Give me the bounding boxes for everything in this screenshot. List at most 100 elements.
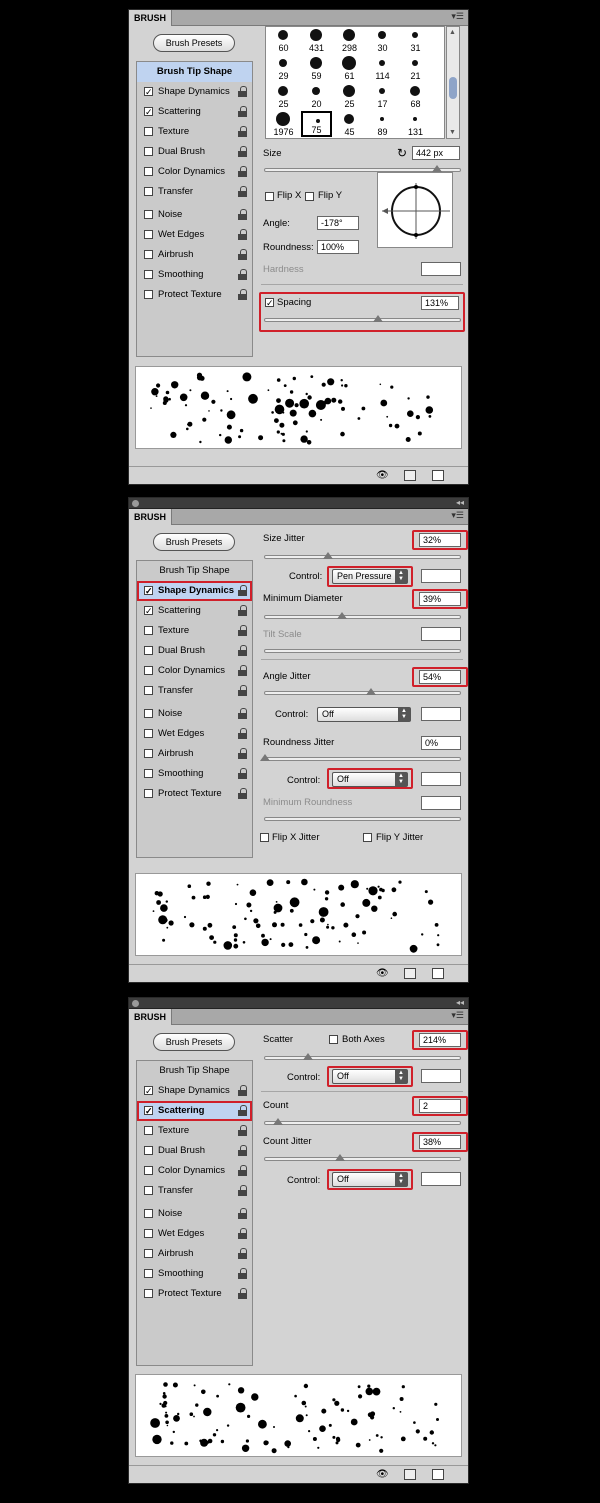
lock-icon[interactable] — [238, 1185, 248, 1196]
brush-tip-cell[interactable]: 61 — [334, 55, 365, 81]
list-item-airbrush[interactable]: Airbrush — [137, 744, 252, 764]
list-item-dual-brush[interactable]: Dual Brush — [137, 1141, 252, 1161]
lock-icon[interactable] — [238, 1165, 248, 1176]
collapse-icon[interactable]: ◂◂ — [456, 998, 464, 1007]
list-item-texture[interactable]: Texture — [137, 621, 252, 641]
list-item-smoothing[interactable]: Smoothing — [137, 764, 252, 784]
control-field[interactable] — [421, 569, 461, 583]
checkbox[interactable] — [144, 210, 153, 219]
reset-size-icon[interactable]: ↻ — [397, 146, 407, 160]
spacing-slider[interactable] — [264, 315, 461, 322]
lock-icon[interactable] — [238, 605, 248, 616]
flip-x-jitter-checkbox[interactable] — [260, 833, 269, 842]
control-field[interactable] — [421, 772, 461, 786]
list-item-wet-edges[interactable]: Wet Edges — [137, 225, 252, 245]
lock-icon[interactable] — [238, 645, 248, 656]
checkbox[interactable] — [144, 1209, 153, 1218]
checkbox[interactable] — [144, 290, 153, 299]
toggle-live-tip-icon[interactable]: 👁 — [376, 470, 389, 481]
checkbox[interactable] — [144, 147, 153, 156]
slider-thumb[interactable] — [337, 612, 347, 619]
lock-icon[interactable] — [238, 186, 248, 197]
checkbox[interactable]: ✓ — [144, 1086, 153, 1096]
spacing-checkbox[interactable]: ✓ — [265, 298, 274, 308]
angle-jitter-slider[interactable] — [264, 688, 461, 695]
checkbox[interactable]: ✓ — [144, 107, 153, 117]
list-item-dual-brush[interactable]: Dual Brush — [137, 641, 252, 661]
checkbox[interactable] — [144, 646, 153, 655]
lock-icon[interactable] — [238, 126, 248, 137]
list-item-scattering[interactable]: ✓ Scattering — [137, 601, 252, 621]
checkbox[interactable]: ✓ — [144, 87, 153, 97]
checkbox[interactable] — [144, 729, 153, 738]
brush-tip-cell[interactable]: 25 — [268, 83, 299, 109]
list-item-scattering[interactable]: ✓ Scattering — [137, 1101, 252, 1121]
lock-icon[interactable] — [238, 1268, 248, 1279]
roundness-jitter-slider[interactable] — [260, 754, 461, 761]
slider-thumb[interactable] — [273, 1118, 283, 1125]
lock-icon[interactable] — [238, 1145, 248, 1156]
scroll-thumb[interactable] — [449, 77, 457, 99]
brush-tip-cell[interactable]: 431 — [301, 27, 332, 53]
checkbox[interactable] — [144, 250, 153, 259]
close-icon[interactable] — [132, 500, 139, 507]
panel-menu-icon[interactable]: ▾☰ — [451, 1010, 464, 1021]
checkbox[interactable] — [144, 127, 153, 136]
list-item-wet-edges[interactable]: Wet Edges — [137, 724, 252, 744]
brush-tip-cell[interactable]: 298 — [334, 27, 365, 53]
brush-presets-button[interactable]: Brush Presets — [153, 1033, 235, 1051]
checkbox[interactable] — [144, 626, 153, 635]
checkbox[interactable] — [144, 1146, 153, 1155]
panel-menu-icon[interactable]: ▾☰ — [451, 510, 464, 521]
count-jitter-field[interactable]: 38% — [419, 1135, 461, 1149]
scatter-field[interactable]: 214% — [419, 1033, 461, 1047]
checkbox[interactable] — [144, 749, 153, 758]
brush-presets-button[interactable]: Brush Presets — [153, 533, 235, 551]
list-item-shape-dynamics[interactable]: ✓ Shape Dynamics — [137, 581, 252, 601]
list-item-shape-dynamics[interactable]: ✓ Shape Dynamics — [137, 1081, 252, 1101]
lock-icon[interactable] — [238, 768, 248, 779]
slider-thumb[interactable] — [260, 754, 270, 761]
scroll-down-icon[interactable]: ▼ — [449, 129, 456, 136]
size-jitter-slider[interactable] — [264, 552, 461, 559]
checkbox[interactable] — [144, 1126, 153, 1135]
brush-tip-cell[interactable]: 45 — [334, 111, 365, 137]
brush-tip-cell[interactable]: 60 — [268, 27, 299, 53]
brush-tip-cell[interactable]: 1976 — [268, 111, 299, 137]
checkbox[interactable] — [144, 167, 153, 176]
grid-scrollbar[interactable]: ▲ ▼ — [446, 26, 460, 139]
brush-tip-cell[interactable]: 114 — [367, 55, 398, 81]
tab-brush[interactable]: BRUSH — [129, 509, 172, 525]
control-field[interactable] — [421, 1172, 461, 1186]
list-item-noise[interactable]: Noise — [137, 205, 252, 225]
checkbox[interactable] — [144, 1229, 153, 1238]
list-item-protect-texture[interactable]: Protect Texture — [137, 784, 252, 804]
checkbox[interactable] — [144, 187, 153, 196]
checkbox[interactable] — [144, 1166, 153, 1175]
lock-icon[interactable] — [238, 269, 248, 280]
checkbox[interactable] — [144, 230, 153, 239]
hardness-field[interactable] — [421, 262, 461, 276]
count-jitter-slider[interactable] — [264, 1154, 461, 1161]
min-roundness-slider[interactable] — [264, 817, 461, 821]
lock-icon[interactable] — [238, 748, 248, 759]
lock-icon[interactable] — [238, 209, 248, 220]
checkbox[interactable]: ✓ — [144, 586, 153, 596]
collapse-icon[interactable]: ◂◂ — [456, 498, 464, 507]
checkbox[interactable] — [144, 1186, 153, 1195]
list-item-color-dynamics[interactable]: Color Dynamics — [137, 1161, 252, 1181]
list-item-airbrush[interactable]: Airbrush — [137, 1244, 252, 1264]
slider-thumb[interactable] — [335, 1154, 345, 1161]
list-item-brush-tip-shape[interactable]: Brush Tip Shape — [137, 561, 252, 581]
list-item-brush-tip-shape[interactable]: Brush Tip Shape — [137, 1061, 252, 1081]
list-item-color-dynamics[interactable]: Color Dynamics — [137, 661, 252, 681]
control-dropdown-angle[interactable]: Off ▲ ▼ — [317, 707, 411, 722]
control-dropdown-roundness[interactable]: Off ▲ ▼ — [332, 772, 408, 787]
lock-icon[interactable] — [238, 229, 248, 240]
list-item-transfer[interactable]: Transfer — [137, 681, 252, 701]
list-item-smoothing[interactable]: Smoothing — [137, 1264, 252, 1284]
scroll-up-icon[interactable]: ▲ — [449, 29, 456, 36]
slider-thumb[interactable] — [303, 1053, 313, 1060]
angle-jitter-field[interactable]: 54% — [419, 670, 461, 684]
brush-tip-cell[interactable]: 17 — [367, 83, 398, 109]
